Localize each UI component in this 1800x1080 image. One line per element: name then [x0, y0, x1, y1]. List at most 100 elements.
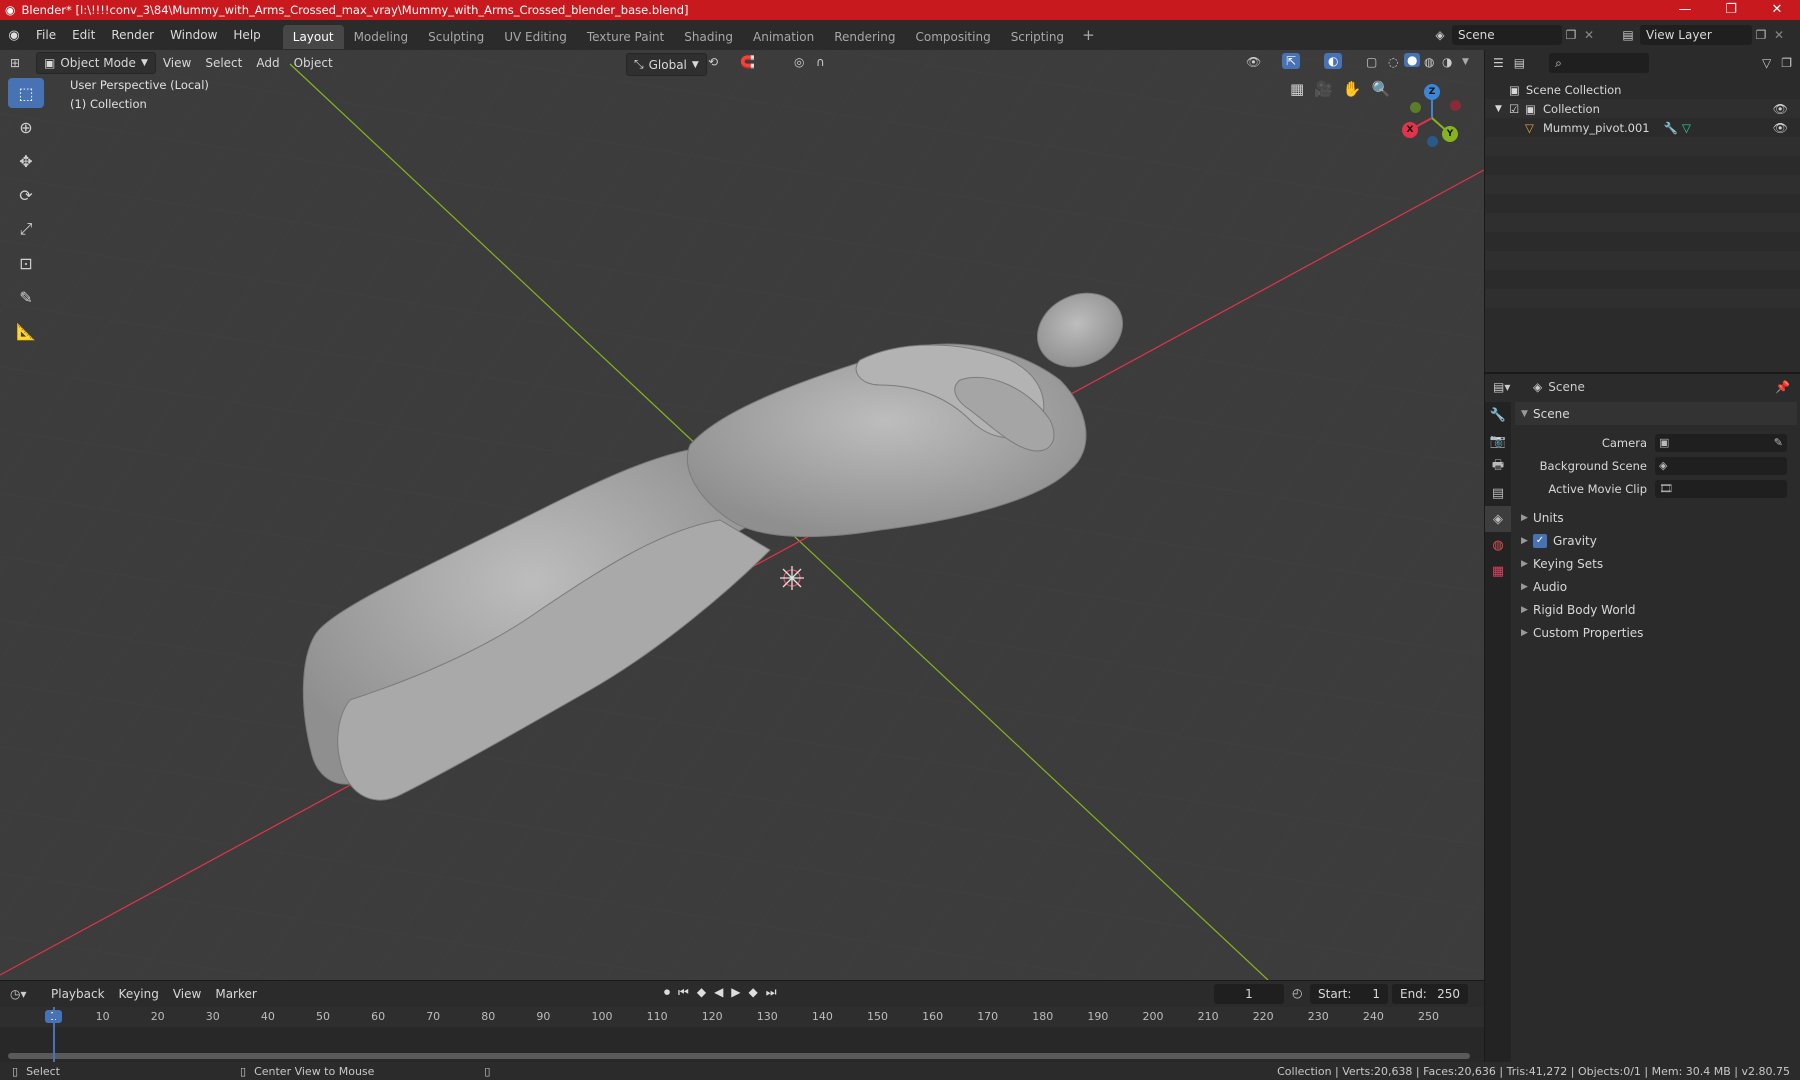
texture-tab-icon[interactable]: ▦: [1485, 558, 1511, 584]
gravity-checkbox[interactable]: ✓: [1533, 533, 1547, 548]
pin-icon[interactable]: 📌: [1775, 380, 1790, 394]
play-reverse-icon[interactable]: ◀: [714, 985, 723, 1000]
menu-edit[interactable]: Edit: [64, 20, 103, 50]
rotate-tool-icon[interactable]: ⟳: [8, 180, 44, 210]
world-tab-icon[interactable]: ◍: [1485, 532, 1511, 558]
annotate-tool-icon[interactable]: ✎: [8, 282, 44, 312]
menu-help[interactable]: Help: [225, 20, 268, 50]
gizmo-toggle-icon[interactable]: ⇱: [1282, 53, 1301, 69]
grid-view-icon[interactable]: ▦: [1290, 80, 1304, 98]
zoom-icon[interactable]: 🔍: [1372, 80, 1391, 98]
active-movie-clip-field[interactable]: 🎞: [1655, 479, 1787, 498]
neg-z-axis-gizmo[interactable]: [1427, 136, 1438, 147]
end-frame-field[interactable]: End: 250: [1392, 984, 1468, 1004]
viewport-menu-select[interactable]: Select: [198, 53, 249, 73]
tool-tab-icon[interactable]: 🔧: [1485, 402, 1511, 428]
viewport-menu-view[interactable]: View: [156, 53, 198, 73]
select-box-tool-icon[interactable]: ⬚: [8, 78, 44, 108]
tab-scripting[interactable]: Scripting: [1001, 25, 1074, 49]
add-workspace-button[interactable]: +: [1074, 20, 1103, 50]
units-panel[interactable]: ▶ Units: [1515, 506, 1797, 529]
outliner-editor-icon[interactable]: ☰: [1493, 56, 1504, 70]
camera-view-icon[interactable]: 🎥: [1314, 80, 1333, 98]
rigid-body-world-panel[interactable]: ▶ Rigid Body World: [1515, 598, 1797, 621]
outliner-row-scene-collection[interactable]: ▣ Scene Collection: [1485, 80, 1800, 99]
y-axis-gizmo[interactable]: Y: [1442, 126, 1458, 142]
material-shading-icon[interactable]: ◍: [1424, 55, 1434, 69]
eye-icon[interactable]: 👁: [1773, 121, 1788, 135]
new-view-layer-icon[interactable]: ❐: [1752, 28, 1770, 42]
new-collection-icon[interactable]: ❐: [1781, 56, 1792, 70]
custom-properties-panel[interactable]: ▶ Custom Properties: [1515, 621, 1797, 644]
pan-hand-icon[interactable]: ✋: [1343, 80, 1362, 98]
timeline-scrollbar[interactable]: [8, 1053, 1470, 1059]
snap-icon[interactable]: 🧲: [740, 55, 755, 69]
z-axis-gizmo[interactable]: Z: [1424, 84, 1440, 100]
close-button[interactable]: ✕: [1754, 0, 1800, 20]
display-mode-icon[interactable]: ▤: [1514, 56, 1525, 70]
audio-panel[interactable]: ▶ Audio: [1515, 575, 1797, 598]
jump-keyframe-forward-icon[interactable]: ◆: [749, 985, 758, 1000]
expand-arrow-icon[interactable]: ▼: [1495, 104, 1509, 114]
timeline-menu-view[interactable]: View: [166, 984, 208, 1004]
render-tab-icon[interactable]: 📷: [1485, 428, 1511, 454]
navigation-gizmo[interactable]: Z X Y: [1400, 80, 1470, 150]
jump-keyframe-back-icon[interactable]: ◆: [697, 985, 706, 1000]
chevron-down-icon[interactable]: ▼: [1462, 57, 1469, 67]
timeline-menu-playback[interactable]: Playback: [44, 984, 112, 1004]
tab-compositing[interactable]: Compositing: [905, 25, 1000, 49]
jump-start-icon[interactable]: ⏮: [678, 985, 689, 1000]
jump-end-icon[interactable]: ⏭: [766, 985, 777, 1000]
scene-section-header[interactable]: ▼ Scene: [1515, 402, 1797, 425]
rendered-shading-icon[interactable]: ◑: [1442, 55, 1452, 69]
wireframe-shading-icon[interactable]: ◌: [1388, 55, 1398, 69]
timeline-menu-keying[interactable]: Keying: [112, 984, 166, 1004]
viewport-menu-add[interactable]: Add: [249, 53, 286, 73]
tab-rendering[interactable]: Rendering: [824, 25, 905, 49]
view-layer-browse-icon[interactable]: ▤: [1616, 28, 1640, 42]
view-layer-field[interactable]: View Layer: [1640, 25, 1752, 45]
start-frame-field[interactable]: Start: 1: [1310, 984, 1388, 1004]
outliner-row-object[interactable]: ▽ Mummy_pivot.001 🔧 ▽ 👁: [1485, 118, 1800, 137]
neg-y-axis-gizmo[interactable]: [1410, 102, 1421, 113]
overlay-toggle-icon[interactable]: ◐: [1324, 53, 1343, 69]
filter-icon[interactable]: ▽: [1762, 56, 1771, 70]
scene-field[interactable]: Scene: [1452, 25, 1562, 45]
neg-x-axis-gizmo[interactable]: [1450, 100, 1461, 111]
delete-view-layer-icon[interactable]: ✕: [1770, 28, 1788, 42]
collection-checkbox[interactable]: ☑: [1509, 102, 1525, 116]
xray-toggle-icon[interactable]: ▢: [1366, 55, 1377, 69]
pivot-point-icon[interactable]: ⟲: [708, 55, 718, 69]
timeline-editor-icon[interactable]: ◷▾: [10, 987, 44, 1001]
measure-tool-icon[interactable]: 📐: [8, 316, 44, 346]
3d-viewport[interactable]: ⊞ ▣ Object Mode ▼ View Select Add Object…: [0, 50, 1484, 980]
minimize-button[interactable]: —: [1662, 0, 1708, 20]
properties-editor-icon[interactable]: ▤▾: [1493, 380, 1533, 394]
scene-browse-icon[interactable]: ◈: [1428, 28, 1452, 42]
menu-window[interactable]: Window: [162, 20, 225, 50]
scale-tool-icon[interactable]: ⤢: [8, 214, 44, 244]
tab-modeling[interactable]: Modeling: [344, 25, 419, 49]
tab-sculpting[interactable]: Sculpting: [418, 25, 494, 49]
tab-texture-paint[interactable]: Texture Paint: [577, 25, 674, 49]
tab-layout[interactable]: Layout: [282, 25, 344, 49]
falloff-icon[interactable]: ∩: [816, 55, 825, 69]
timeline-ruler[interactable]: 1102030405060708090100110120130140150160…: [0, 1007, 1484, 1027]
current-frame-field[interactable]: 1: [1214, 984, 1284, 1004]
outliner-search-input[interactable]: ⌕: [1549, 53, 1650, 73]
record-icon[interactable]: ⏺: [664, 985, 670, 1000]
blender-menu-icon[interactable]: ◉: [0, 28, 28, 43]
editor-type-icon[interactable]: ⊞: [10, 56, 36, 70]
transform-tool-icon[interactable]: ⊡: [8, 248, 44, 278]
proportional-edit-icon[interactable]: ◎: [794, 55, 804, 69]
eyedropper-icon[interactable]: ✎: [1774, 436, 1783, 449]
gravity-panel[interactable]: ▶ ✓ Gravity: [1515, 529, 1797, 552]
timeline-menu-marker[interactable]: Marker: [208, 984, 263, 1004]
cursor-tool-icon[interactable]: ⊕: [8, 112, 44, 142]
eye-icon[interactable]: 👁: [1773, 102, 1788, 116]
output-tab-icon[interactable]: 🖶: [1485, 454, 1511, 480]
play-icon[interactable]: ▶: [731, 985, 740, 1000]
menu-render[interactable]: Render: [103, 20, 162, 50]
solid-shading-icon[interactable]: ●: [1404, 53, 1421, 67]
scene-tab-icon[interactable]: ◈: [1485, 506, 1511, 532]
